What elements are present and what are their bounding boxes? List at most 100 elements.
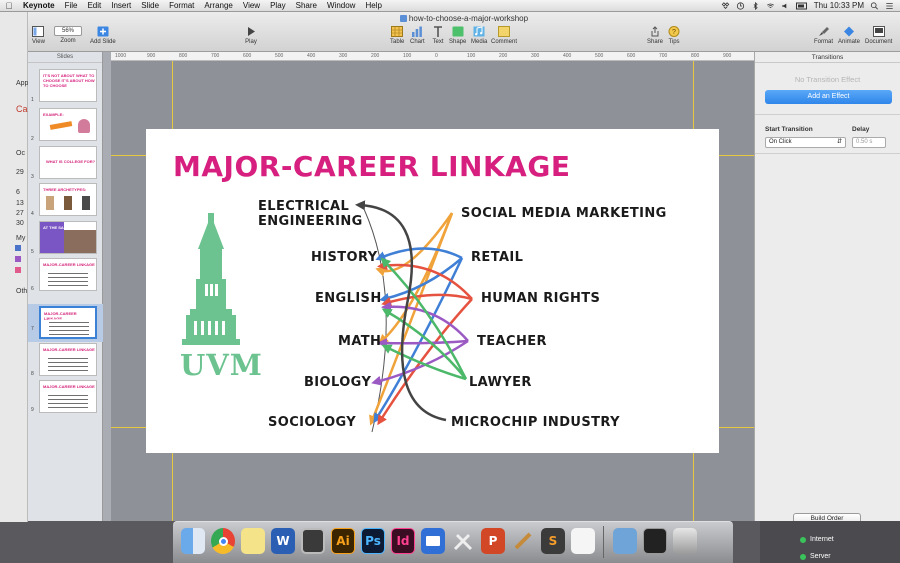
photoshop-icon[interactable]: Ps: [361, 528, 385, 554]
indesign-icon[interactable]: Id: [391, 528, 415, 554]
comment-icon: [498, 26, 510, 37]
text-edit-icon[interactable]: [571, 528, 595, 554]
menu-format[interactable]: Format: [164, 1, 199, 10]
slide-number: 9: [31, 407, 34, 413]
horizontal-ruler: 1000 900 800 700 600 500 400 300 200 100…: [111, 52, 754, 61]
battery-icon[interactable]: [795, 2, 808, 10]
major-biology[interactable]: BIOLOGY: [304, 376, 371, 390]
career-social-media[interactable]: SOCIAL MEDIA MARKETING: [461, 207, 667, 221]
play-button[interactable]: Play: [245, 26, 257, 45]
word-icon[interactable]: W: [271, 528, 295, 554]
menu-file[interactable]: File: [60, 1, 83, 10]
utilities-icon[interactable]: [451, 528, 475, 554]
apple-menu-icon[interactable]: : [0, 1, 18, 11]
shape-button[interactable]: Shape: [449, 26, 466, 45]
carrot-image: [49, 121, 73, 130]
slide-thumbnail-selected[interactable]: MAJOR-CAREER LINKAGE: [39, 306, 97, 339]
menu-share[interactable]: Share: [291, 1, 322, 10]
tips-button[interactable]: ? Tips: [668, 26, 680, 45]
window-toolbar: how-to-choose-a-major-workshop View 56% …: [28, 12, 900, 52]
volume-icon[interactable]: [781, 2, 790, 10]
status-dot: [800, 536, 806, 543]
slide-thumbnail[interactable]: MAJOR-CAREER LINKAGE: [39, 380, 97, 413]
text-button[interactable]: Text: [432, 26, 444, 45]
major-math[interactable]: MATH: [338, 335, 381, 349]
bluetooth-icon[interactable]: [751, 1, 760, 10]
time-machine-icon[interactable]: [736, 1, 745, 10]
career-human-rights[interactable]: HUMAN RIGHTS: [481, 292, 600, 306]
chrome-icon[interactable]: [211, 528, 235, 554]
wifi-icon[interactable]: [766, 2, 775, 10]
zoom-select[interactable]: 56%: [54, 26, 82, 36]
slide-thumbnail[interactable]: IT'S NOT ABOUT WHAT TO CHOOSE IT'S ABOUT…: [39, 69, 97, 102]
slide-thumbnail[interactable]: THREE ARCHETYPES:: [39, 183, 97, 216]
zoom-control[interactable]: 56% Zoom: [54, 26, 82, 44]
menu-view[interactable]: View: [238, 1, 265, 10]
downloads-icon[interactable]: [613, 528, 637, 554]
major-history[interactable]: HISTORY: [311, 251, 378, 265]
career-teacher[interactable]: TEACHER: [477, 335, 547, 349]
career-microchip[interactable]: MICROCHIP INDUSTRY: [451, 416, 620, 430]
format-button[interactable]: Format: [814, 26, 833, 45]
slide-thumbnail[interactable]: AT THE SAME: [39, 221, 97, 254]
trash-icon[interactable]: [673, 528, 697, 554]
powerpoint-icon[interactable]: P: [481, 528, 505, 554]
slide-thumbnail[interactable]: MAJOR-CAREER LINKAGE: [39, 258, 97, 291]
menu-bar:  Keynote File Edit Insert Slide Format …: [0, 0, 900, 12]
dropbox-icon[interactable]: [721, 1, 730, 10]
stickies-icon[interactable]: [241, 528, 265, 554]
view-button[interactable]: View: [32, 26, 45, 45]
chart-button[interactable]: Chart: [410, 26, 425, 45]
major-engineering[interactable]: ENGINEERING: [258, 215, 363, 229]
career-retail[interactable]: RETAIL: [471, 251, 523, 265]
menu-app[interactable]: Keynote: [18, 1, 60, 10]
transitions-inspector: Transitions No Transition Effect Add an …: [754, 52, 900, 525]
menu-insert[interactable]: Insert: [106, 1, 136, 10]
finder-icon[interactable]: [181, 528, 205, 554]
calendar-color-dot: [15, 245, 21, 251]
photo-booth-icon[interactable]: [301, 528, 325, 554]
share-button[interactable]: Share: [647, 26, 663, 45]
add-effect-button[interactable]: Add an Effect: [765, 90, 892, 104]
delay-field[interactable]: 0.50 s: [852, 137, 886, 148]
delay-label: Delay: [852, 126, 870, 133]
menubar-clock[interactable]: Thu 10:33 PM: [814, 1, 864, 10]
keynote-icon[interactable]: [421, 528, 445, 554]
thumb-lines: [49, 319, 89, 337]
current-slide[interactable]: MAJOR-CAREER LINKAGE UVM ELECTRICAL ENGI…: [146, 129, 719, 453]
text-icon: [434, 26, 442, 37]
menu-edit[interactable]: Edit: [82, 1, 106, 10]
photo-image: [64, 230, 96, 253]
start-transition-select[interactable]: On Click ⇵: [765, 137, 846, 148]
major-electrical[interactable]: ELECTRICAL: [258, 200, 349, 214]
menu-slide[interactable]: Slide: [136, 1, 164, 10]
keynote-doc-icon: [399, 15, 407, 23]
table-button[interactable]: Table: [390, 26, 404, 45]
career-lawyer[interactable]: LAWYER: [469, 376, 532, 390]
notification-center-icon[interactable]: [885, 2, 894, 10]
spotlight-search-icon[interactable]: [870, 1, 879, 10]
document-button[interactable]: Document: [865, 26, 892, 45]
menu-play[interactable]: Play: [265, 1, 291, 10]
menu-window[interactable]: Window: [322, 1, 360, 10]
linkage-arrows[interactable]: [146, 129, 719, 453]
menu-help[interactable]: Help: [360, 1, 386, 10]
animate-button[interactable]: Animate: [838, 26, 860, 45]
slide-thumbnail[interactable]: EXAMPLE:: [39, 108, 97, 141]
comment-button[interactable]: Comment: [491, 26, 517, 45]
media-button[interactable]: Media: [471, 26, 487, 45]
illustrator-icon[interactable]: Ai: [331, 528, 355, 554]
slide-thumbnail[interactable]: MAJOR-CAREER LINKAGE: [39, 343, 97, 376]
terminal-icon[interactable]: [643, 528, 667, 554]
major-sociology[interactable]: SOCIOLOGY: [268, 416, 356, 430]
no-transition-text: No Transition Effect: [794, 75, 861, 84]
slide-thumbnail[interactable]: WHAT IS COLLEGE FOR?: [39, 146, 97, 179]
menu-arrange[interactable]: Arrange: [199, 1, 237, 10]
script-editor-icon[interactable]: [511, 528, 535, 554]
calendar-color-dot: [15, 267, 21, 273]
add-slide-button[interactable]: Add Slide: [90, 26, 116, 45]
sublime-icon[interactable]: S: [541, 528, 565, 554]
slide-navigator: Slides 1 IT'S NOT ABOUT WHAT TO CHOOSE I…: [28, 52, 103, 521]
slide-canvas[interactable]: MAJOR-CAREER LINKAGE UVM ELECTRICAL ENGI…: [111, 61, 754, 521]
major-english[interactable]: ENGLISH: [315, 292, 382, 306]
